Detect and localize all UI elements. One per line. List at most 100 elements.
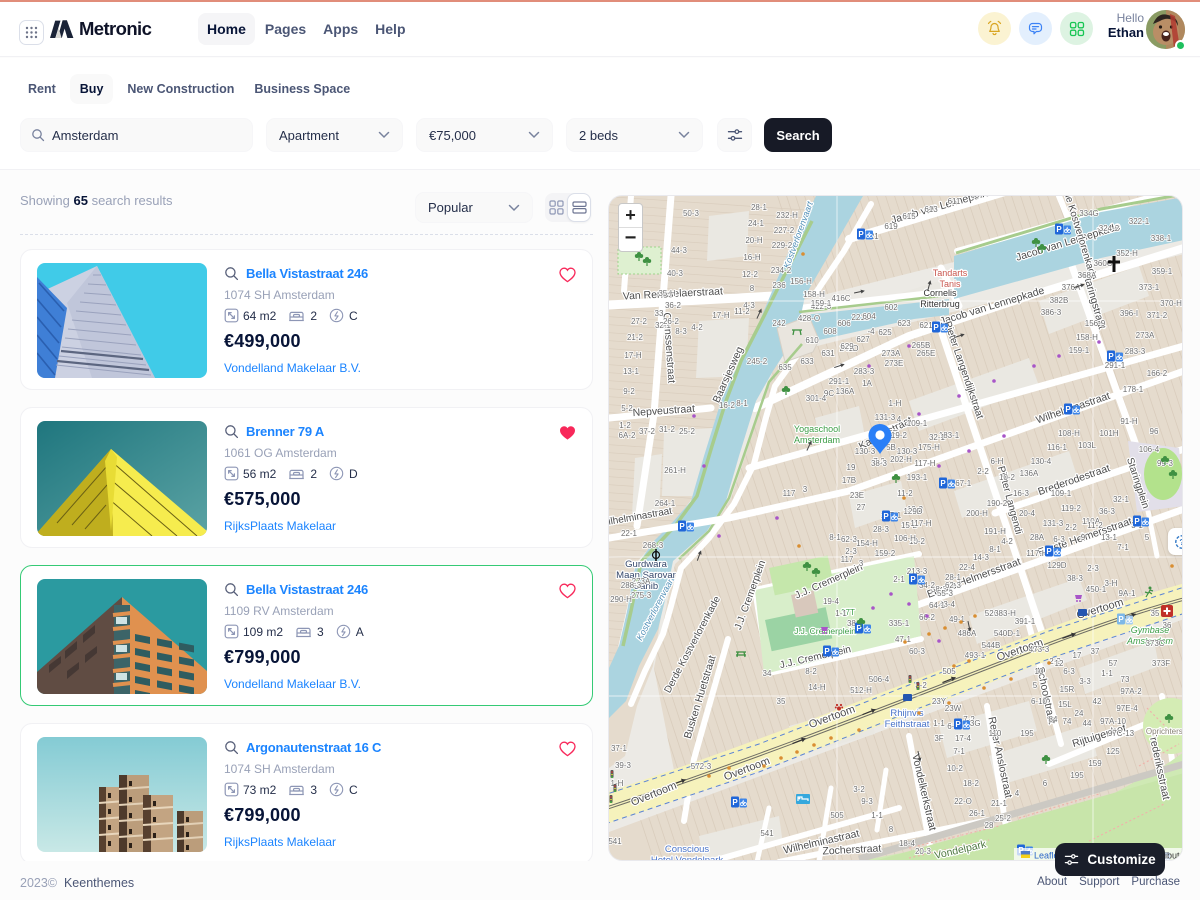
svg-text:450-1: 450-1 <box>1086 585 1107 594</box>
svg-text:505: 505 <box>942 667 956 676</box>
svg-text:57: 57 <box>1109 659 1118 668</box>
svg-text:P: P <box>679 522 685 531</box>
svg-text:17-H: 17-H <box>624 351 642 360</box>
svg-text:383-H: 383-H <box>994 609 1016 618</box>
svg-text:P: P <box>933 323 939 332</box>
svg-text:19: 19 <box>847 463 856 472</box>
svg-text:166-2: 166-2 <box>1147 369 1168 378</box>
svg-text:27-2: 27-2 <box>631 317 648 326</box>
svg-text:P: P <box>732 798 738 807</box>
svg-text:14-3: 14-3 <box>973 553 990 562</box>
svg-text:334G: 334G <box>1079 209 1099 218</box>
svg-text:P: P <box>1056 225 1062 234</box>
svg-text:97A-10: 97A-10 <box>1100 717 1126 726</box>
svg-text:16-2: 16-2 <box>719 401 736 410</box>
svg-text:8-2: 8-2 <box>805 667 817 676</box>
svg-text:38-3: 38-3 <box>1067 574 1084 583</box>
svg-text:428-O: 428-O <box>798 314 820 323</box>
svg-text:60-3: 60-3 <box>909 647 926 656</box>
svg-text:97A-2: 97A-2 <box>1120 687 1142 696</box>
svg-text:Conscious: Conscious <box>665 844 710 855</box>
svg-text:40-3: 40-3 <box>667 269 684 278</box>
svg-text:47-1: 47-1 <box>895 635 912 644</box>
svg-text:110: 110 <box>989 729 1002 738</box>
svg-text:117: 117 <box>841 555 854 564</box>
svg-text:6-3: 6-3 <box>1063 667 1075 676</box>
svg-text:17: 17 <box>1073 651 1082 660</box>
svg-text:64-1: 64-1 <box>929 601 946 610</box>
svg-text:606: 606 <box>837 319 851 328</box>
svg-text:3-2: 3-2 <box>853 785 865 794</box>
svg-text:37-1: 37-1 <box>611 744 628 753</box>
svg-text:371-2: 371-2 <box>1147 311 1168 320</box>
svg-text:373F: 373F <box>1152 659 1170 668</box>
svg-text:8-3: 8-3 <box>675 327 687 336</box>
svg-text:44-3: 44-3 <box>671 246 688 255</box>
svg-text:5-2: 5-2 <box>621 404 633 413</box>
svg-text:4-2: 4-2 <box>1001 537 1013 546</box>
svg-text:541: 541 <box>760 829 774 838</box>
svg-text:202-H: 202-H <box>890 455 912 464</box>
svg-text:106-4: 106-4 <box>1139 445 1160 454</box>
svg-text:359-1: 359-1 <box>1152 267 1173 276</box>
svg-text:117: 117 <box>783 489 796 498</box>
svg-text:1-2: 1-2 <box>619 421 631 430</box>
svg-text:34: 34 <box>763 669 772 678</box>
svg-text:200-H: 200-H <box>966 509 988 518</box>
svg-text:74: 74 <box>1063 717 1072 726</box>
svg-text:635: 635 <box>778 363 792 372</box>
svg-text:291-1: 291-1 <box>1105 361 1126 370</box>
svg-text:2-1: 2-1 <box>893 575 905 584</box>
svg-text:24-1: 24-1 <box>748 219 765 228</box>
svg-text:610: 610 <box>805 336 819 345</box>
svg-text:108-H: 108-H <box>1058 429 1080 438</box>
svg-text:159-1: 159-1 <box>811 299 832 308</box>
svg-text:627: 627 <box>856 335 870 344</box>
svg-text:12-2: 12-2 <box>742 270 759 279</box>
svg-text:4: 4 <box>897 415 902 424</box>
svg-text:14-H: 14-H <box>808 683 826 692</box>
svg-text:158-H: 158-H <box>803 290 825 299</box>
svg-text:11-2: 11-2 <box>734 307 750 316</box>
svg-text:540D-1: 540D-1 <box>994 629 1021 638</box>
svg-text:159-1: 159-1 <box>1069 346 1090 355</box>
svg-text:136A: 136A <box>836 387 855 396</box>
svg-text:31-2: 31-2 <box>659 425 676 434</box>
svg-text:195: 195 <box>1070 771 1084 780</box>
svg-text:38-3: 38-3 <box>871 459 888 468</box>
svg-text:P: P <box>1046 547 1052 556</box>
svg-text:376A: 376A <box>1062 283 1081 292</box>
svg-text:22-O: 22-O <box>954 797 972 806</box>
svg-text:27: 27 <box>857 503 866 512</box>
svg-text:23E: 23E <box>850 491 864 500</box>
svg-text:3: 3 <box>859 559 864 568</box>
svg-text:8-1: 8-1 <box>989 545 1001 554</box>
svg-text:101H: 101H <box>1099 429 1118 438</box>
svg-text:6-3: 6-3 <box>1053 535 1065 544</box>
svg-text:15L: 15L <box>1058 700 1072 709</box>
svg-text:26-1: 26-1 <box>969 809 986 818</box>
svg-text:44: 44 <box>1083 719 1092 728</box>
svg-text:22-1: 22-1 <box>621 529 638 538</box>
svg-text:25-2: 25-2 <box>995 814 1012 823</box>
svg-text:391-1: 391-1 <box>1015 617 1036 626</box>
svg-text:96: 96 <box>1150 427 1159 436</box>
svg-text:32-1: 32-1 <box>929 433 946 442</box>
svg-text:6A-2: 6A-2 <box>619 431 636 440</box>
svg-text:117-H: 117-H <box>1026 549 1047 558</box>
svg-text:227-2: 227-2 <box>774 226 795 235</box>
svg-text:493-1: 493-1 <box>965 651 986 660</box>
svg-text:21-2: 21-2 <box>627 333 644 342</box>
svg-text:10: 10 <box>1035 667 1044 676</box>
svg-text:544B: 544B <box>982 641 1001 650</box>
svg-text:13-1: 13-1 <box>623 367 640 376</box>
svg-text:1-1: 1-1 <box>1101 669 1113 678</box>
svg-text:35-H: 35-H <box>658 289 676 298</box>
svg-text:625: 625 <box>878 328 892 337</box>
svg-text:10-2: 10-2 <box>947 764 964 773</box>
svg-text:106-H: 106-H <box>894 534 916 543</box>
svg-text:23W: 23W <box>945 704 962 713</box>
svg-text:P: P <box>910 575 916 584</box>
svg-text:37: 37 <box>1091 647 1100 656</box>
svg-text:9-3: 9-3 <box>861 797 873 806</box>
